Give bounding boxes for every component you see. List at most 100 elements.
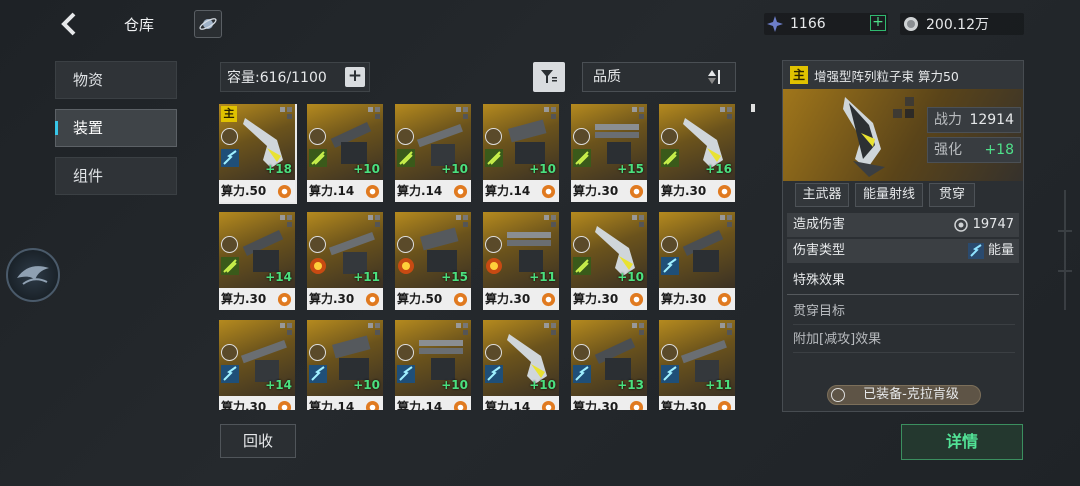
- crystal-amount: 1166: [790, 16, 826, 32]
- enhance-level: +10: [617, 270, 644, 284]
- expand-capacity-button[interactable]: +: [345, 67, 365, 87]
- item-detail-panel: 主 增强型阵列粒子束 算力50 战力 12914 强化 +18 主武器 能量射线…: [782, 60, 1024, 412]
- inventory-item[interactable]: +11 算力.30: [307, 212, 383, 310]
- weapon-icon: [680, 340, 727, 382]
- inventory-item[interactable]: +16 算力.30: [659, 104, 735, 202]
- item-image: +15: [395, 212, 471, 288]
- gear-icon: [629, 400, 644, 410]
- damage-type-row: 伤害类型 能量: [787, 239, 1019, 263]
- special-effects-title: 特殊效果: [787, 267, 1019, 295]
- enhance-level: +16: [705, 162, 732, 176]
- inventory-item[interactable]: +10 算力.14: [483, 320, 559, 410]
- inventory-item[interactable]: +15 算力.50: [395, 212, 471, 310]
- item-compute-power: 算力.30: [661, 400, 707, 410]
- ship-class-icon: [573, 128, 590, 145]
- item-compute-power: 算力.30: [573, 400, 619, 410]
- details-button[interactable]: 详情: [901, 424, 1023, 460]
- inventory-item[interactable]: +10 算力.14: [395, 104, 471, 202]
- enhance-level: +11: [705, 378, 732, 392]
- enhance-level: +11: [529, 270, 556, 284]
- green-element-icon: [661, 149, 679, 167]
- item-image: +10: [483, 320, 559, 396]
- item-grid: 主 +18 算力.50 +10 算力.14 +10 算力.14 +10 算力.14 +15 算力.3…: [219, 104, 739, 410]
- ship-class-icon: [309, 344, 326, 361]
- weapon-icon: [594, 338, 636, 380]
- filter-button[interactable]: [533, 62, 565, 92]
- detail-header: 主 增强型阵列粒子束 算力50: [783, 61, 1023, 89]
- inventory-item[interactable]: +10 算力.30: [571, 212, 647, 310]
- credit-currency: 200.12万: [900, 13, 1024, 35]
- energy-element-icon: [485, 365, 503, 383]
- planet-icon[interactable]: [194, 10, 222, 38]
- inventory-item[interactable]: +10 算力.14: [483, 104, 559, 202]
- weapon-icon: [683, 118, 723, 168]
- item-image: +10: [307, 104, 383, 180]
- crystal-icon: [767, 16, 783, 32]
- nav-item-devices[interactable]: 装置: [55, 109, 177, 147]
- inventory-item[interactable]: +11 算力.30: [659, 320, 735, 410]
- inventory-item[interactable]: +14 算力.30: [219, 320, 295, 410]
- item-compute-power: 算力.30: [221, 292, 267, 306]
- inventory-item[interactable]: +10 算力.14: [307, 320, 383, 410]
- inventory-item[interactable]: +10 算力.14: [395, 320, 471, 410]
- slot-grid-icon: [544, 215, 556, 227]
- slot-grid-icon: [368, 323, 380, 335]
- filter-icon: [541, 70, 557, 83]
- item-image: +15: [571, 104, 647, 180]
- back-button[interactable]: [56, 8, 82, 40]
- damage-type-value: 能量: [987, 243, 1014, 258]
- inventory-item[interactable]: +11 算力.30: [483, 212, 559, 310]
- nav-item-components[interactable]: 组件: [55, 157, 177, 195]
- sort-dropdown[interactable]: 品质: [582, 62, 736, 92]
- weapon-icon: [243, 118, 283, 168]
- weapon-icon: [240, 340, 287, 382]
- gear-icon: [277, 292, 292, 307]
- character-avatar[interactable]: [6, 248, 60, 302]
- sort-order-icon: [708, 70, 720, 84]
- inventory-item[interactable]: 算力.30: [659, 212, 735, 310]
- slot-grid-icon: [544, 107, 556, 119]
- gear-icon: [365, 400, 380, 410]
- grid-scrollbar[interactable]: [751, 104, 755, 112]
- main-weapon-badge: 主: [221, 106, 237, 122]
- item-image: +14: [219, 320, 295, 396]
- slot-grid-icon: [632, 107, 644, 119]
- item-image: +13: [571, 320, 647, 396]
- enhance-level: +14: [265, 270, 292, 284]
- gear-icon: [717, 292, 732, 307]
- nav-item-materials[interactable]: 物资: [55, 61, 177, 99]
- inventory-item[interactable]: +13 算力.30: [571, 320, 647, 410]
- green-element-icon: [573, 149, 591, 167]
- slot-grid-icon: [280, 107, 292, 119]
- item-image: +16: [659, 104, 735, 180]
- add-crystal-button[interactable]: +: [870, 15, 886, 31]
- inventory-item[interactable]: +10 算力.14: [307, 104, 383, 202]
- damage-type-label: 伤害类型: [793, 243, 846, 258]
- power-stat: 战力 12914: [927, 107, 1021, 133]
- fire-element-icon: [485, 257, 503, 275]
- bird-emblem-icon: [17, 266, 49, 285]
- gear-icon: [629, 184, 644, 199]
- slot-grid-icon: [280, 323, 292, 335]
- item-image: [659, 212, 735, 288]
- damage-icon: [953, 218, 968, 232]
- sort-label: 品质: [593, 69, 621, 85]
- ship-class-icon: [661, 236, 678, 253]
- inventory-item[interactable]: +14 算力.30: [219, 212, 295, 310]
- ship-class-icon: [221, 344, 238, 361]
- damage-label: 造成伤害: [793, 217, 846, 232]
- green-element-icon: [573, 257, 591, 275]
- weapon-icon: [328, 232, 375, 274]
- inventory-item[interactable]: +15 算力.30: [571, 104, 647, 202]
- gear-icon: [277, 184, 292, 199]
- weapon-icon: [507, 232, 551, 272]
- enhance-level: +11: [353, 270, 380, 284]
- item-image: +11: [483, 212, 559, 288]
- tag-energy-beam: 能量射线: [855, 183, 923, 207]
- slot-grid-icon: [720, 215, 732, 227]
- slot-grid-icon: [632, 215, 644, 227]
- recycle-button[interactable]: 回收: [220, 424, 296, 458]
- coin-icon: [904, 17, 918, 31]
- ship-class-icon: [397, 236, 414, 253]
- inventory-item[interactable]: 主 +18 算力.50: [219, 104, 297, 204]
